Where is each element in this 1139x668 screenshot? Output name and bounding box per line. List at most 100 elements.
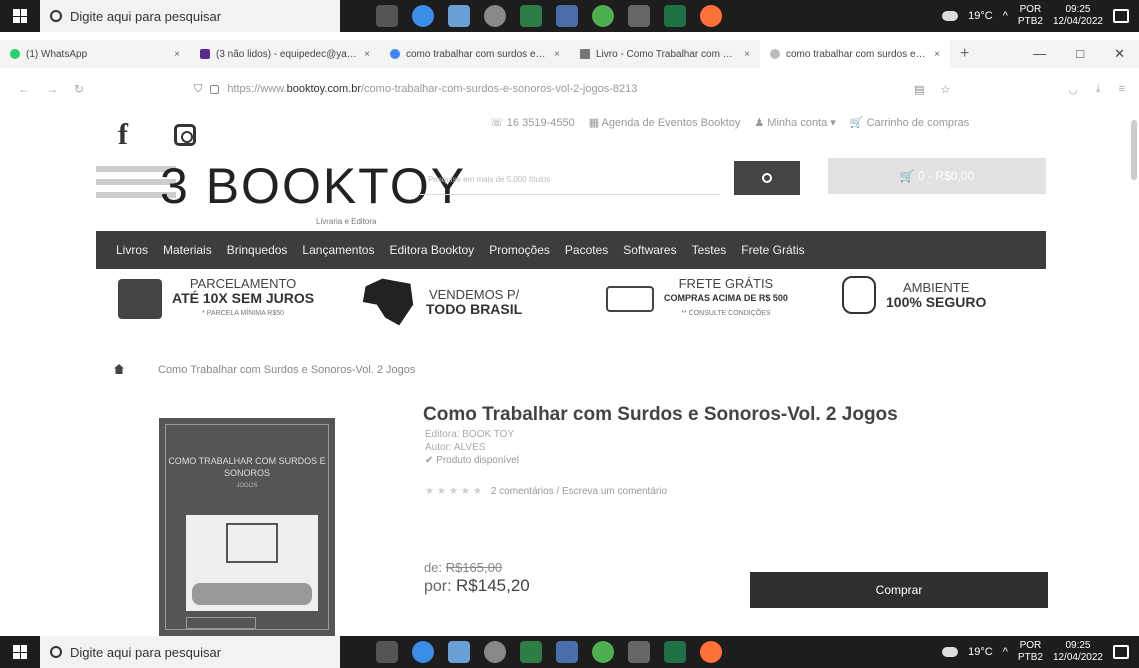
tab-label: Livro - Como Trabalhar com Su... (596, 48, 739, 60)
reviews-link[interactable]: 2 comentários / Escreva um comentário (491, 486, 667, 497)
tab-label: (1) WhatsApp (26, 48, 88, 60)
clock[interactable]: 09:25 12/04/2022 (1053, 640, 1103, 664)
new-tab-button[interactable]: + (950, 45, 979, 63)
clock[interactable]: 09:25 12/04/2022 (1053, 4, 1103, 28)
agenda-link[interactable]: ▦ Agenda de Eventos Booktoy (589, 116, 741, 129)
folder-icon[interactable] (556, 5, 578, 27)
buy-button[interactable]: Comprar (750, 572, 1048, 608)
nav-item-promocoes[interactable]: Promoções (489, 243, 550, 257)
browser-tabbar: (1) WhatsApp × (3 não lidos) - equipedec… (0, 40, 1139, 68)
chrome-icon[interactable] (592, 5, 614, 27)
edge-icon[interactable] (412, 641, 434, 663)
start-button[interactable] (0, 0, 40, 32)
app-icon[interactable] (484, 5, 506, 27)
product-image[interactable]: COMO TRABALHAR COM SURDOS E SONOROS JOGO… (159, 418, 335, 636)
pocket-icon[interactable]: ◡ (1068, 83, 1078, 96)
site-search-input[interactable]: Pesquise em mais de 5.000 títulos (420, 161, 720, 195)
nav-item-softwares[interactable]: Softwares (623, 243, 676, 257)
url-field[interactable]: ⛉ https://www.booktoy.com.br/como-trabal… (194, 83, 894, 96)
excel-icon[interactable] (520, 641, 542, 663)
tab-google-search[interactable]: como trabalhar com surdos e s... × (380, 40, 570, 68)
task-view-icon[interactable] (376, 641, 398, 663)
nav-item-pacotes[interactable]: Pacotes (565, 243, 608, 257)
nav-item-lancamentos[interactable]: Lançamentos (302, 243, 374, 257)
close-window-button[interactable]: ✕ (1114, 46, 1125, 62)
weather-temp[interactable]: 19°C (968, 646, 993, 658)
address-bar-row: ← → ↻ ⛉ https://www.booktoy.com.br/como-… (0, 76, 1139, 102)
calculator-icon[interactable] (628, 641, 650, 663)
nav-item-editora[interactable]: Editora Booktoy (389, 243, 474, 257)
firefox-icon[interactable] (700, 641, 722, 663)
notification-icon[interactable] (1113, 9, 1129, 23)
lock-icon[interactable] (210, 84, 220, 94)
maximize-button[interactable]: □ (1076, 46, 1084, 62)
home-icon[interactable] (114, 364, 124, 374)
tab-close-icon[interactable]: × (364, 49, 370, 60)
weather-temp[interactable]: 19°C (968, 10, 993, 22)
bookmark-star-icon[interactable]: ☆ (940, 83, 950, 96)
excel-file-icon[interactable] (664, 5, 686, 27)
reader-view-icon[interactable]: ▤ (914, 83, 924, 96)
cart-link[interactable]: 🛒 Carrinho de compras (850, 116, 969, 129)
edge-icon[interactable] (412, 5, 434, 27)
tab-livro[interactable]: Livro - Como Trabalhar com Su... × (570, 40, 760, 68)
download-icon[interactable]: ⤓ (1096, 83, 1101, 96)
forward-icon[interactable]: → (46, 82, 58, 96)
facebook-icon[interactable]: f (118, 118, 128, 152)
tray-chevron-icon[interactable]: ^ (1003, 646, 1008, 658)
language-indicator[interactable]: POR PTB2 (1018, 4, 1043, 28)
taskbar-search[interactable]: Digite aqui para pesquisar (40, 0, 340, 32)
tab-whatsapp[interactable]: (1) WhatsApp × (0, 40, 190, 68)
start-button[interactable] (0, 636, 40, 668)
logo-subtitle: Livraria e Editora (316, 217, 377, 226)
tray-chevron-icon[interactable]: ^ (1003, 10, 1008, 22)
back-icon[interactable]: ← (18, 82, 30, 96)
menu-icon[interactable]: ≡ (1119, 83, 1125, 96)
firefox-icon[interactable] (700, 5, 722, 27)
reload-icon[interactable]: ↻ (74, 82, 84, 96)
cart-button[interactable]: 🛒 0 - R$0,00 (828, 158, 1046, 194)
nav-item-livros[interactable]: Livros (116, 243, 148, 257)
brazil-map-icon (362, 278, 414, 326)
page-scrollbar[interactable] (1131, 120, 1137, 180)
info-line: ATÉ 10X SEM JUROS (172, 290, 315, 306)
app-icon[interactable] (484, 641, 506, 663)
product-autor[interactable]: Autor: ALVES (425, 441, 519, 454)
tab-mail[interactable]: (3 não lidos) - equipedec@yah... × (190, 40, 380, 68)
rating-stars-icon[interactable]: ★★★★★ (425, 486, 485, 497)
nav-item-testes[interactable]: Testes (692, 243, 727, 257)
phone-link[interactable]: ☏ 16 3519-4550 (490, 116, 575, 129)
account-link[interactable]: ♟ Minha conta ▾ (754, 116, 835, 129)
info-line: * PARCELA MÍNIMA R$50 (202, 310, 285, 317)
task-view-icon[interactable] (376, 5, 398, 27)
language-indicator[interactable]: POR PTB2 (1018, 640, 1043, 664)
mail-icon[interactable] (448, 641, 470, 663)
calculator-icon[interactable] (628, 5, 650, 27)
tab-active[interactable]: como trabalhar com surdos e s... × (760, 40, 950, 68)
product-editora[interactable]: Editora: BOOK TOY (425, 428, 519, 441)
tab-close-icon[interactable]: × (554, 49, 560, 60)
taskbar-bottom: Digite aqui para pesquisar 19°C ^ POR PTB… (0, 636, 1139, 668)
info-line: 100% SEGURO (886, 294, 987, 310)
shield-icon[interactable]: ⛉ (194, 83, 202, 96)
excel-file-icon[interactable] (664, 641, 686, 663)
tab-close-icon[interactable]: × (934, 49, 940, 60)
tab-close-icon[interactable]: × (744, 49, 750, 60)
instagram-icon[interactable] (174, 124, 196, 146)
tab-close-icon[interactable]: × (174, 49, 180, 60)
url-text: https://www.booktoy.com.br/como-trabalha… (227, 83, 638, 95)
taskbar-search[interactable]: Digite aqui para pesquisar (40, 636, 340, 668)
breadcrumb-current[interactable]: Como Trabalhar com Surdos e Sonoros-Vol.… (158, 364, 415, 376)
chrome-icon[interactable] (592, 641, 614, 663)
nav-item-materiais[interactable]: Materiais (163, 243, 212, 257)
nav-item-brinquedos[interactable]: Brinquedos (227, 243, 288, 257)
nav-item-frete-gratis[interactable]: Frete Grátis (741, 243, 804, 257)
minimize-button[interactable]: — (1033, 46, 1046, 62)
notification-icon[interactable] (1113, 645, 1129, 659)
cover-title: COMO TRABALHAR COM SURDOS E SONOROS (168, 456, 326, 478)
excel-icon[interactable] (520, 5, 542, 27)
folder-icon[interactable] (556, 641, 578, 663)
search-button[interactable] (734, 161, 800, 195)
info-brasil: VENDEMOS P/ TODO BRASIL (360, 276, 522, 328)
mail-icon[interactable] (448, 5, 470, 27)
